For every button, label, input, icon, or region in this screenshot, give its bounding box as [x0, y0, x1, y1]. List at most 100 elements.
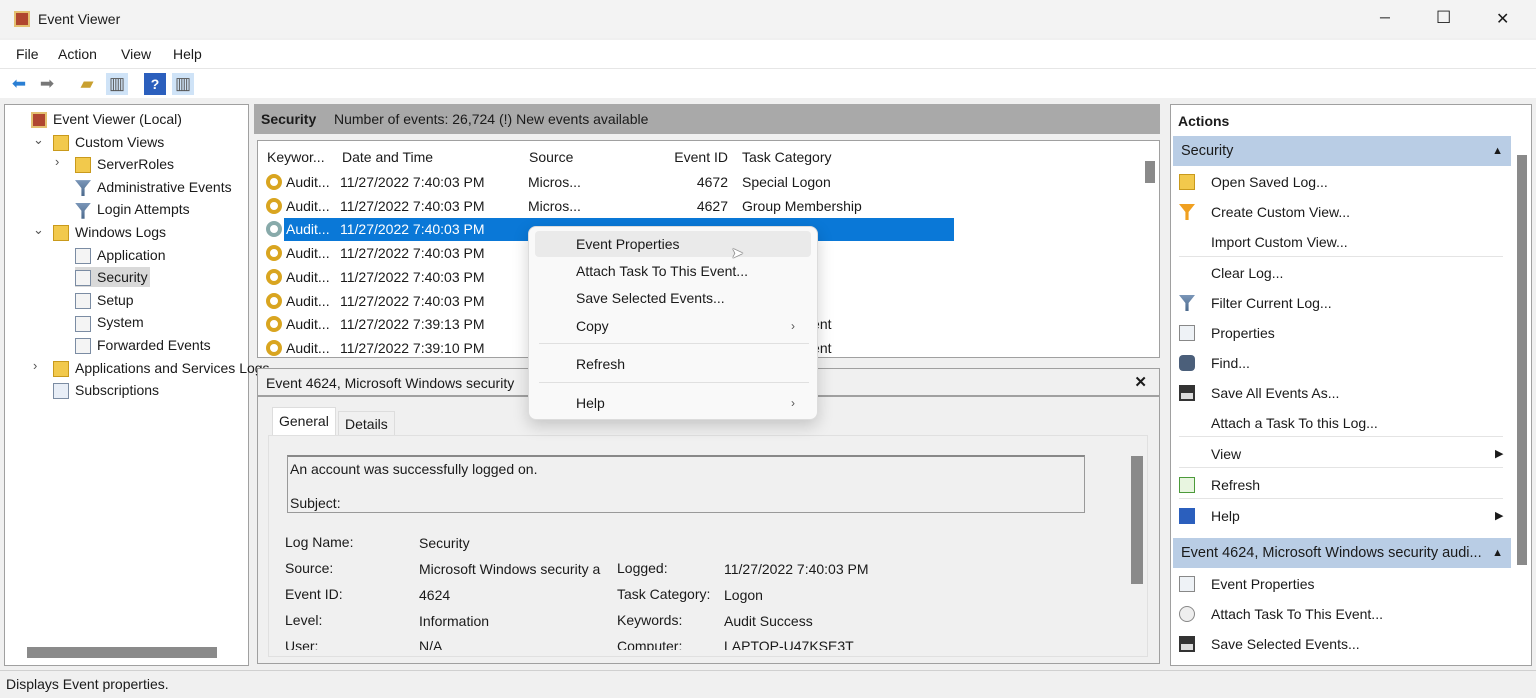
action-separator: [1179, 467, 1503, 468]
context-menu-event-properties[interactable]: Event Properties: [535, 231, 811, 257]
action-save-all-events-as[interactable]: Save All Events As...: [1179, 382, 1509, 404]
context-menu-help[interactable]: Help ›: [535, 390, 811, 416]
action-open-saved-log[interactable]: Open Saved Log...: [1179, 171, 1509, 193]
show-hide-tree-icon[interactable]: ▥: [106, 73, 128, 95]
refresh-icon: [1179, 477, 1195, 493]
column-task-category[interactable]: Task Category: [742, 149, 831, 165]
actions-title: Actions: [1178, 113, 1230, 129]
action-clear-log[interactable]: Clear Log...: [1179, 262, 1509, 284]
chevron-right-icon[interactable]: ›: [33, 356, 37, 376]
action-properties[interactable]: Properties: [1179, 322, 1509, 344]
chevron-down-icon[interactable]: ⌄: [33, 130, 44, 150]
context-menu-attach-task-to-this-event[interactable]: Attach Task To This Event...: [535, 258, 811, 284]
filter-icon: [75, 202, 91, 219]
collapse-icon[interactable]: ▲: [1492, 136, 1503, 166]
tree-item-login-attempts[interactable]: Login Attempts: [75, 199, 190, 219]
detail-close-button[interactable]: ✕: [1134, 373, 1147, 391]
tree-item-forwarded-events[interactable]: Forwarded Events: [75, 335, 211, 355]
action-label: Help: [1211, 508, 1240, 524]
menu-help[interactable]: Help: [173, 46, 202, 62]
tree-item-windows-logs[interactable]: ⌄ Windows Logs: [33, 222, 166, 242]
tree-item-applications-and-services-logs[interactable]: › Applications and Services Logs: [33, 358, 270, 378]
table-header: Keywor... Date and Time Source Event ID …: [258, 141, 1158, 171]
cell-task-category: Special Logon: [742, 174, 831, 190]
collapse-icon[interactable]: ▲: [1492, 538, 1503, 568]
column-event-id[interactable]: Event ID: [598, 149, 728, 165]
back-icon[interactable]: ⬅: [8, 73, 30, 95]
table-row[interactable]: Audit... 11/27/2022 7:40:03 PM Micros... 46…: [260, 171, 956, 194]
log-name-label: Log Name:: [285, 534, 354, 550]
cell-date: 11/27/2022 7:40:03 PM: [340, 174, 485, 190]
logged-value: 11/27/2022 7:40:03 PM: [724, 561, 869, 577]
event-fields: Log Name: Security Source: Microsoft Win…: [269, 526, 1119, 650]
action-label: View: [1211, 446, 1242, 462]
column-date[interactable]: Date and Time: [342, 149, 433, 165]
tree-item-security[interactable]: Security: [75, 267, 150, 288]
show-hide-actions-icon[interactable]: ▥: [172, 73, 194, 95]
menu-separator: [539, 382, 809, 383]
action-label: Properties: [1211, 325, 1275, 341]
tree-item-setup[interactable]: Setup: [75, 290, 134, 310]
action-import-custom-view[interactable]: Import Custom View...: [1179, 231, 1509, 253]
tree-item-label: ServerRoles: [97, 156, 175, 173]
menu-action[interactable]: Action: [58, 46, 97, 62]
action-attach-a-task-to-this-log[interactable]: Attach a Task To this Log...: [1179, 412, 1509, 434]
level-label: Level:: [285, 612, 323, 628]
action-save-selected-events[interactable]: Save Selected Events...: [1179, 633, 1509, 655]
tree-item-system[interactable]: System: [75, 312, 144, 332]
action-view[interactable]: View ▶: [1179, 443, 1509, 465]
context-menu-copy[interactable]: Copy ›: [535, 313, 811, 339]
action-event-properties[interactable]: Event Properties: [1179, 573, 1509, 595]
key-icon: [266, 245, 282, 262]
action-create-custom-view[interactable]: Create Custom View...: [1179, 201, 1509, 223]
tree-item-custom-views[interactable]: ⌄ Custom Views: [33, 132, 164, 152]
table-row[interactable]: Audit... 11/27/2022 7:40:03 PM Micros... 46…: [260, 195, 956, 218]
tree-horizontal-scrollbar[interactable]: [27, 647, 217, 658]
event-message-box[interactable]: An account was successfully logged on. S…: [287, 455, 1085, 513]
tree-item-serverroles[interactable]: › ServerRoles: [55, 154, 175, 174]
log-icon: [75, 293, 91, 310]
chevron-right-icon[interactable]: ›: [55, 152, 59, 172]
up-folder-icon[interactable]: ▰: [76, 73, 98, 95]
close-button[interactable]: ✕: [1496, 9, 1509, 29]
create-filter-icon: [1179, 204, 1195, 220]
action-find[interactable]: Find...: [1179, 352, 1509, 374]
help-icon[interactable]: ?: [144, 73, 166, 95]
level-value: Information: [419, 613, 490, 629]
actions-scrollbar[interactable]: [1517, 155, 1527, 565]
tree-item-label: Administrative Events: [97, 178, 232, 195]
action-help[interactable]: Help ▶: [1179, 505, 1509, 527]
actions-section-event[interactable]: Event 4624, Microsoft Windows security a…: [1173, 538, 1511, 568]
action-filter-current-log[interactable]: Filter Current Log...: [1179, 292, 1509, 314]
cell-keyword: Audit...: [286, 339, 330, 356]
tree-item-application[interactable]: Application: [75, 245, 166, 265]
tree-item-administrative-events[interactable]: Administrative Events: [75, 177, 232, 197]
column-source[interactable]: Source: [529, 149, 573, 165]
help-icon: [1179, 508, 1195, 524]
maximize-button[interactable]: ☐: [1436, 8, 1451, 28]
cell-keyword: Audit...: [286, 174, 330, 190]
menu-view[interactable]: View: [121, 46, 151, 62]
tab-details[interactable]: Details: [338, 411, 395, 436]
event-viewer-icon: [31, 112, 47, 129]
menu-file[interactable]: File: [16, 46, 39, 62]
context-menu-refresh[interactable]: Refresh: [535, 351, 811, 377]
minimize-button[interactable]: ─: [1380, 9, 1390, 25]
context-menu-save-selected-events[interactable]: Save Selected Events...: [535, 285, 811, 311]
action-attach-task-to-this-event[interactable]: Attach Task To This Event...: [1179, 603, 1509, 625]
column-keywords[interactable]: Keywor...: [267, 149, 325, 165]
actions-section-security[interactable]: Security ▲: [1173, 136, 1511, 166]
forward-icon[interactable]: ➡: [36, 73, 58, 95]
tree-item-event-viewer-local-[interactable]: Event Viewer (Local): [31, 109, 182, 129]
cell-date: 11/27/2022 7:39:10 PM: [340, 339, 485, 356]
tab-general[interactable]: General: [272, 407, 336, 435]
detail-scrollbar[interactable]: [1131, 456, 1143, 584]
chevron-down-icon[interactable]: ⌄: [33, 220, 44, 240]
list-scrollbar[interactable]: [1145, 161, 1155, 183]
tree-item-subscriptions[interactable]: Subscriptions: [53, 380, 159, 400]
action-label: Save Selected Events...: [1211, 636, 1360, 652]
general-tab-content: An account was successfully logged on. S…: [268, 435, 1148, 657]
user-value: N/A: [419, 638, 443, 650]
action-refresh[interactable]: Refresh: [1179, 474, 1509, 496]
submenu-arrow-icon: ▶: [1495, 448, 1504, 460]
